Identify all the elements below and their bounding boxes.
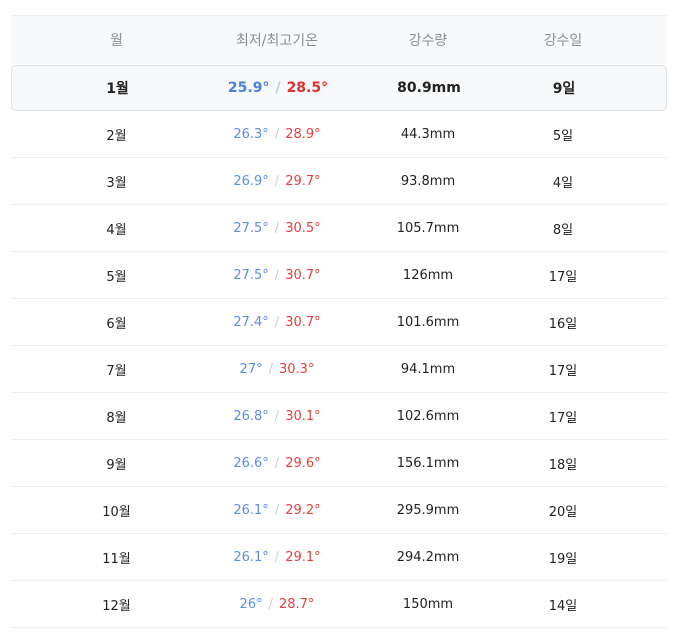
min-temperature: 26.9°	[233, 173, 269, 189]
temperature-separator: /	[268, 596, 273, 612]
min-temperature: 26.1°	[233, 549, 269, 565]
max-temperature: 30.1°	[285, 408, 321, 424]
temperature-separator: /	[274, 126, 280, 142]
header-rain-days: 강수일	[543, 33, 583, 49]
max-temperature: 29.6°	[285, 455, 321, 471]
rain-days-cell: 17일	[548, 363, 578, 379]
max-temperature: 30.7°	[285, 267, 321, 283]
table-body: 1월 25.9°/28.5° 80.9mm 9일 2월 26.3°/28.9° 44.3mm…	[11, 65, 667, 628]
min-temperature: 27.4°	[233, 314, 269, 330]
table-row[interactable]: 6월 27.4°/30.7° 101.6mm 16일	[11, 299, 667, 346]
max-temperature: 29.1°	[285, 549, 321, 565]
table-header: 월 최저/최고기온 강수량 강수일	[11, 15, 667, 64]
max-temperature: 28.5°	[286, 80, 329, 96]
rain-days-cell: 16일	[548, 316, 578, 332]
temperature-separator: /	[274, 267, 280, 283]
rain-days-cell: 18일	[548, 457, 578, 473]
table-row[interactable]: 11월 26.1°/29.1° 294.2mm 19일	[11, 534, 667, 581]
rain-days-cell: 9일	[552, 81, 576, 97]
temperature-separator: /	[275, 80, 281, 96]
temperature-separator: /	[268, 361, 273, 377]
min-temperature: 27.5°	[233, 267, 269, 283]
rain-days-cell: 19일	[548, 551, 578, 567]
table-row[interactable]: 8월 26.8°/30.1° 102.6mm 17일	[11, 393, 667, 440]
table-row[interactable]: 2월 26.3°/28.9° 44.3mm 5일	[11, 111, 667, 158]
table-row[interactable]: 7월 27°/30.3° 94.1mm 17일	[11, 346, 667, 393]
min-temperature: 26.1°	[233, 502, 269, 518]
rain-days-cell: 8일	[552, 222, 574, 238]
table-row[interactable]: 10월 26.1°/29.2° 295.9mm 20일	[11, 487, 667, 534]
rain-days-cell: 20일	[548, 504, 578, 520]
max-temperature: 29.7°	[285, 173, 321, 189]
temperature-separator: /	[274, 220, 280, 236]
min-temperature: 26.8°	[233, 408, 269, 424]
max-temperature: 28.7°	[278, 596, 315, 612]
min-temperature: 27°	[239, 361, 263, 377]
table-row[interactable]: 12월 26°/28.7° 150mm 14일	[11, 581, 667, 628]
table-row[interactable]: 4월 27.5°/30.5° 105.7mm 8일	[11, 205, 667, 252]
table-row[interactable]: 1월 25.9°/28.5° 80.9mm 9일	[11, 65, 667, 111]
table-row[interactable]: 5월 27.5°/30.7° 126mm 17일	[11, 252, 667, 299]
min-temperature: 26°	[239, 596, 263, 612]
max-temperature: 30.7°	[285, 314, 321, 330]
rain-days-cell: 17일	[548, 410, 578, 426]
temperature-separator: /	[274, 173, 280, 189]
climate-table: 월 최저/최고기온 강수량 강수일 1월 25.9°/28.5° 80.9mm 9일 2…	[11, 15, 667, 628]
temperature-separator: /	[274, 314, 280, 330]
temperature-separator: /	[274, 408, 280, 424]
temperature-separator: /	[274, 502, 280, 518]
temperature-separator: /	[274, 455, 280, 471]
table-row[interactable]: 3월 26.9°/29.7° 93.8mm 4일	[11, 158, 667, 205]
min-temperature: 25.9°	[227, 80, 270, 96]
min-temperature: 27.5°	[233, 220, 269, 236]
rain-days-cell: 14일	[548, 598, 578, 614]
max-temperature: 28.9°	[285, 126, 321, 142]
max-temperature: 30.3°	[278, 361, 315, 377]
rain-days-cell: 17일	[548, 269, 578, 285]
rain-days-cell: 5일	[552, 128, 574, 144]
min-temperature: 26.3°	[233, 126, 269, 142]
temperature-separator: /	[274, 549, 280, 565]
rain-days-cell: 4일	[552, 175, 574, 191]
table-row[interactable]: 9월 26.6°/29.6° 156.1mm 18일	[11, 440, 667, 487]
min-temperature: 26.6°	[233, 455, 269, 471]
max-temperature: 30.5°	[285, 220, 321, 236]
max-temperature: 29.2°	[285, 502, 321, 518]
